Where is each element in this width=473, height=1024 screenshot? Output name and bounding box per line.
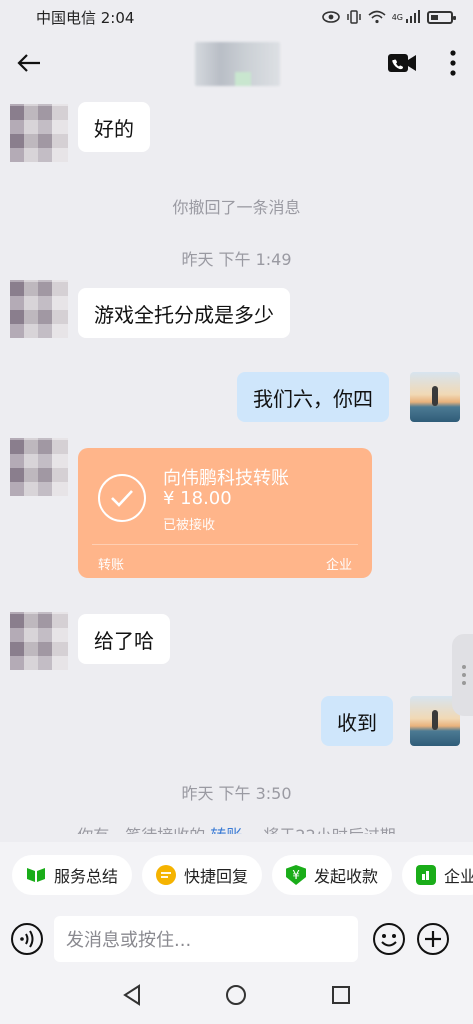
message-input[interactable]: 发消息或按住...: [54, 916, 358, 962]
transfer-card[interactable]: 向伟鹏科技转账 ¥ 18.00 已被接收 转账 企业: [78, 448, 372, 578]
add-button[interactable]: [416, 922, 450, 956]
transfer-amount: ¥ 18.00: [163, 488, 232, 509]
chip-label: 快捷回复: [184, 867, 249, 886]
back-button[interactable]: [16, 53, 42, 73]
contact-avatar[interactable]: [10, 104, 68, 162]
video-call-icon: [388, 54, 416, 72]
circle-home-icon: [226, 985, 247, 1005]
battery-icon: [427, 10, 456, 24]
message-text: 给了哈: [94, 628, 154, 653]
emoji-icon: [373, 923, 405, 955]
triangle-back-icon: [122, 984, 140, 1006]
voice-button[interactable]: [10, 922, 44, 956]
timestamp: 昨天 下午 3:50: [181, 784, 292, 803]
transfer-source: 企业: [325, 558, 352, 573]
message-text: 收到: [337, 710, 377, 735]
plus-circle-icon: [417, 923, 449, 955]
status-bar: 中国电信 2:04 4G: [0, 0, 473, 34]
chat-area[interactable]: 好的 你撤回了一条消息 昨天 下午 1:49 游戏全托分成是多少 我们六，你四 …: [0, 92, 473, 842]
emoji-button[interactable]: [372, 922, 406, 956]
enterprise-button[interactable]: 企业: [402, 855, 473, 895]
more-vertical-icon: [450, 50, 456, 76]
nav-back-button[interactable]: [122, 984, 142, 1010]
video-call-button[interactable]: [387, 52, 417, 74]
divider: [92, 544, 358, 545]
message-bubble-sent[interactable]: 收到: [321, 696, 393, 746]
contact-avatar[interactable]: [10, 280, 68, 338]
transfer-title: 向伟鹏科技转账: [163, 468, 289, 489]
chat-header: [0, 34, 473, 92]
message-input-bar: 发消息或按住...: [0, 908, 473, 970]
contact-avatar[interactable]: [10, 612, 68, 670]
my-avatar[interactable]: [410, 372, 460, 422]
eye-icon: [321, 11, 340, 23]
service-summary-icon: [26, 865, 46, 885]
more-button[interactable]: [449, 50, 457, 76]
notice-prefix: 你有一笔待接收的: [77, 826, 205, 834]
message-text: 我们六，你四: [253, 386, 373, 411]
input-placeholder: 发消息或按住...: [66, 930, 192, 951]
timestamp: 昨天 下午 1:49: [181, 250, 292, 269]
system-message: 你撤回了一条消息: [172, 198, 301, 217]
enterprise-icon: [416, 865, 437, 885]
contact-name-blurred: [195, 42, 280, 86]
contact-avatar[interactable]: [10, 438, 68, 496]
quick-reply-icon: [156, 865, 177, 885]
quick-action-bar: 服务总结 快捷回复 ¥ 发起收款 企业: [0, 842, 473, 908]
transfer-link[interactable]: 转账: [210, 826, 242, 834]
transfer-received-icon: [98, 474, 146, 522]
transfer-type: 转账: [98, 558, 125, 573]
transfer-status: 已被接收: [163, 518, 216, 533]
square-recents-icon: [332, 986, 351, 1004]
message-bubble-received[interactable]: 游戏全托分成是多少: [78, 288, 290, 338]
network-type: 4G: [391, 12, 403, 22]
notice-suffix: ，将于22小时后过期: [247, 826, 395, 834]
side-drawer-handle[interactable]: [452, 634, 473, 716]
message-bubble-received[interactable]: 给了哈: [78, 614, 170, 664]
voice-icon: [11, 923, 43, 955]
carrier-time: 中国电信 2:04: [36, 8, 135, 27]
collect-money-button[interactable]: ¥ 发起收款: [272, 855, 393, 895]
signal-icon: [406, 10, 420, 23]
collect-money-icon: ¥: [286, 865, 307, 885]
pending-transfer-notice: 你有一笔待接收的 转账 ，将于22小时后过期: [0, 822, 473, 834]
nav-recents-button[interactable]: [331, 985, 351, 1009]
arrow-left-icon: [17, 54, 40, 72]
vibrate-icon: [346, 10, 361, 24]
message-text: 游戏全托分成是多少: [94, 302, 274, 327]
quick-reply-button[interactable]: 快捷回复: [142, 855, 263, 895]
chip-label: 服务总结: [54, 867, 119, 886]
wifi-icon: [368, 10, 386, 24]
message-bubble-sent[interactable]: 我们六，你四: [237, 372, 389, 422]
chip-label: 企业: [444, 867, 473, 886]
service-summary-button[interactable]: 服务总结: [12, 855, 133, 895]
system-nav-bar: [0, 970, 473, 1024]
message-text: 好的: [94, 116, 134, 141]
message-bubble-received[interactable]: 好的: [78, 102, 150, 152]
nav-home-button[interactable]: [225, 984, 247, 1010]
chip-label: 发起收款: [314, 867, 379, 886]
status-icons: 4G: [321, 9, 456, 25]
